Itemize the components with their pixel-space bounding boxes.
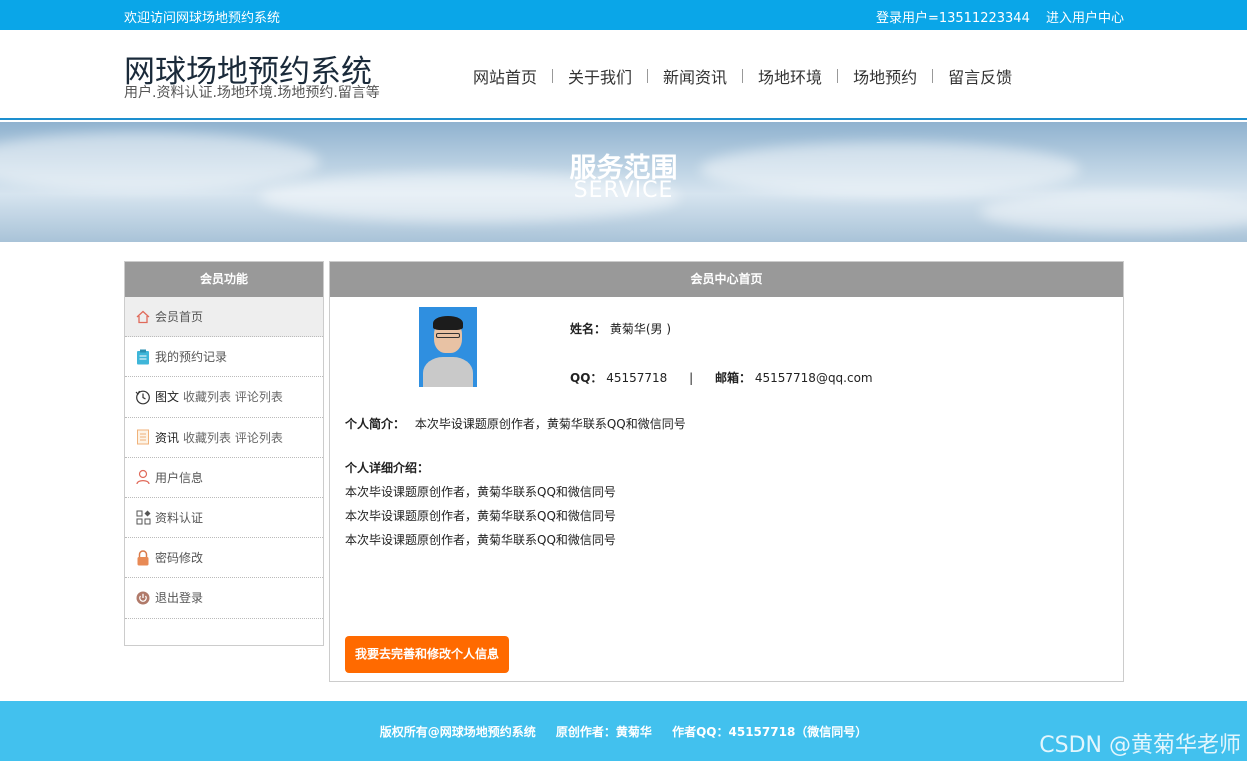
avatar-hair: [433, 316, 463, 330]
email-value: 45157718@qq.com: [754, 371, 873, 385]
name-value: 黄菊华(男 ): [609, 322, 672, 336]
sidebar-item-booking-records[interactable]: 我的预约记录: [125, 337, 323, 378]
welcome-text: 欢迎访问网球场地预约系统: [124, 11, 281, 26]
sidebar-item-label: 图文: [155, 390, 180, 405]
main-nav: 网站首页 关于我们 新闻资讯 场地环境 场地预约 留言反馈: [458, 64, 1027, 88]
sidebar-item-label: 密码修改: [155, 551, 204, 566]
member-sidebar: 会员功能 会员首页 我的预约记录 图文 收藏列表 评论列表 资讯 收藏列表 评论…: [124, 261, 324, 646]
sidebar-item-label: 会员首页: [155, 310, 204, 325]
sidebar-item-label: 资讯: [155, 430, 180, 445]
home-icon: [135, 309, 151, 325]
lock-icon: [135, 549, 151, 566]
sidebar-item-member-home[interactable]: 会员首页: [125, 297, 323, 338]
footer-author: 原创作者：黄菊华: [555, 725, 652, 739]
nav-venue-booking[interactable]: 场地预约: [838, 64, 932, 88]
login-user-text: 登录用户=13511223344: [875, 11, 1030, 26]
sidebar-item-verification[interactable]: 资料认证: [125, 498, 323, 539]
nav-about[interactable]: 关于我们: [553, 64, 647, 88]
top-bar-right: 登录用户=13511223344 进入用户中心: [864, 7, 1124, 26]
sidebar-item-label: 资料认证: [155, 511, 204, 526]
avatar-body: [423, 357, 473, 387]
email-label: 邮箱：: [715, 371, 752, 385]
nav-news[interactable]: 新闻资讯: [648, 64, 742, 88]
name-label: 姓名：: [570, 322, 607, 336]
document-icon: [135, 429, 151, 445]
nav-feedback[interactable]: 留言反馈: [933, 64, 1027, 88]
sidebar-item-change-password[interactable]: 密码修改: [125, 538, 323, 579]
contact-row: QQ： 45157718 | 邮箱： 45157718@qq.com: [570, 369, 873, 386]
site-header: 网球场地预约系统 用户.资料认证.场地环境.场地预约.留言等 网站首页 关于我们…: [0, 30, 1247, 120]
member-center-panel: 会员中心首页 姓名： 黄菊华(男 ) QQ： 45157718 | 邮箱： 45…: [329, 261, 1124, 682]
service-banner: 服务范围 SERVICE: [0, 122, 1247, 242]
intro-value: 本次毕设课题原创作者，黄菊华联系QQ和微信同号: [414, 417, 686, 431]
sidebar-item-label: 退出登录: [155, 591, 204, 606]
nav-venue-environment[interactable]: 场地环境: [743, 64, 837, 88]
sidebar-item-sublinks[interactable]: 收藏列表 评论列表: [183, 388, 283, 405]
user-center-link[interactable]: 进入用户中心: [1046, 11, 1124, 26]
history-icon: [135, 389, 151, 405]
footer-copyright: 版权所有@网球场地预约系统: [379, 725, 536, 739]
name-row: 姓名： 黄菊华(男 ): [570, 320, 671, 337]
sidebar-item-sublinks[interactable]: 收藏列表 评论列表: [183, 429, 283, 446]
edit-profile-button[interactable]: 我要去完善和修改个人信息: [345, 636, 510, 673]
power-icon: [135, 590, 151, 606]
qq-value: 45157718: [606, 371, 668, 385]
top-bar: 欢迎访问网球场地预约系统 登录用户=13511223344 进入用户中心: [0, 0, 1247, 30]
detail-line: 本次毕设课题原创作者，黄菊华联系QQ和微信同号: [345, 533, 616, 547]
sidebar-heading: 会员功能: [125, 262, 323, 297]
sidebar-item-user-info[interactable]: 用户信息: [125, 458, 323, 498]
contact-divider: |: [689, 371, 694, 385]
detail-label: 个人详细介绍：: [345, 461, 430, 475]
intro-label: 个人简介：: [345, 417, 406, 431]
grid-icon: [135, 510, 151, 526]
site-subtitle: 用户.资料认证.场地环境.场地预约.留言等: [124, 85, 380, 101]
sidebar-item-label: 我的预约记录: [155, 350, 228, 365]
user-avatar-photo: [419, 307, 477, 387]
banner-subtitle: SERVICE: [573, 178, 674, 203]
clipboard-icon: [135, 349, 151, 365]
detail-line: 本次毕设课题原创作者，黄菊华联系QQ和微信同号: [345, 509, 616, 523]
avatar-glasses: [436, 333, 460, 338]
sidebar-item-graphics[interactable]: 图文 收藏列表 评论列表: [125, 377, 323, 418]
sidebar-item-label: 用户信息: [155, 470, 204, 485]
main-heading: 会员中心首页: [330, 262, 1123, 297]
user-icon: [135, 469, 151, 485]
qq-label: QQ：: [570, 371, 603, 385]
csdn-watermark: CSDN @黄菊华老师: [1039, 733, 1241, 758]
sidebar-item-logout[interactable]: 退出登录: [125, 578, 323, 619]
intro-row: 个人简介： 本次毕设课题原创作者，黄菊华联系QQ和微信同号: [345, 415, 686, 432]
nav-home[interactable]: 网站首页: [458, 64, 552, 88]
footer-qq: 作者QQ：45157718（微信同号）: [672, 725, 868, 739]
sidebar-item-news[interactable]: 资讯 收藏列表 评论列表: [125, 418, 323, 458]
detail-line: 本次毕设课题原创作者，黄菊华联系QQ和微信同号: [345, 485, 616, 499]
